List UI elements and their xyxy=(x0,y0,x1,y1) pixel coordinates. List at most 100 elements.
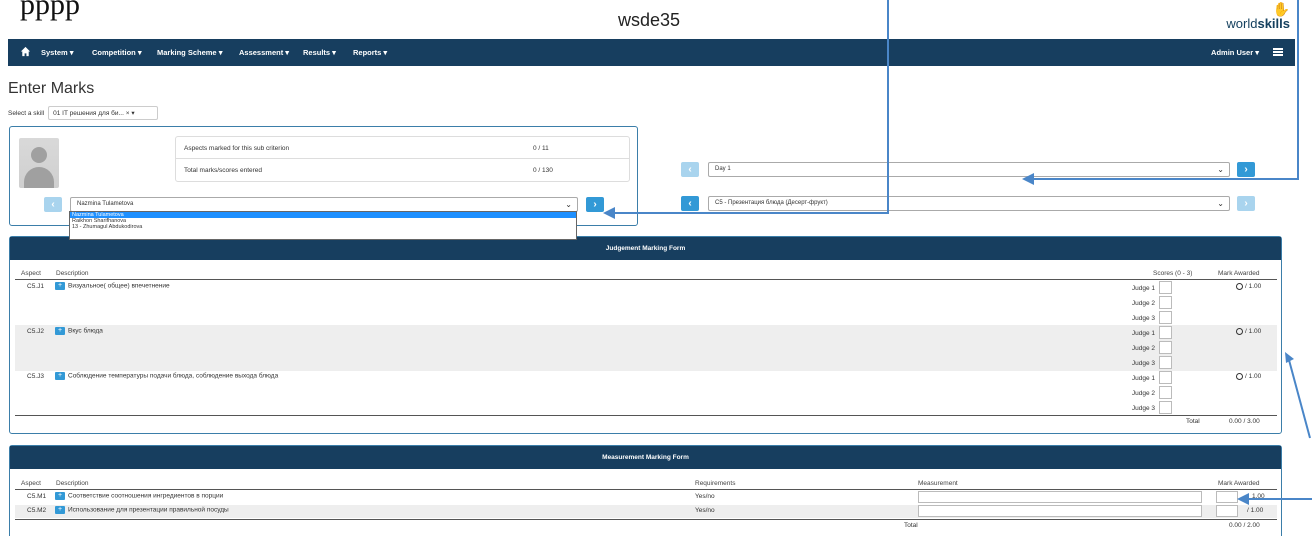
aspect-description: + Визуальное( общее) впечетнение xyxy=(55,282,170,290)
mark-input[interactable] xyxy=(1216,491,1238,503)
prev-subcriterion-button[interactable]: ‹ xyxy=(681,196,699,211)
aspects-stat-row: Aspects marked for this sub criterion 0 … xyxy=(176,137,629,159)
judge-score-input[interactable] xyxy=(1159,326,1172,339)
skill-selector-row: Select a skill 01 IT решения для би... ×… xyxy=(8,106,159,120)
requirement-value: Yes/no xyxy=(695,493,715,500)
annotation-arrowhead-icon xyxy=(603,207,615,219)
mark-awarded: / 1.00 xyxy=(1236,373,1261,380)
skill-label: Select a skill xyxy=(8,109,45,117)
expand-plus-icon[interactable]: + xyxy=(55,506,65,514)
expand-plus-icon[interactable]: + xyxy=(55,327,65,335)
col-requirements: Requirements xyxy=(695,480,736,487)
annotation-arrow-line xyxy=(1297,0,1299,180)
prev-competitor-button[interactable]: ‹ xyxy=(44,197,62,212)
measurement-input[interactable] xyxy=(918,491,1202,503)
aspect-code: C5.M2 xyxy=(27,507,47,514)
total-label: Total marks/scores entered xyxy=(184,167,263,174)
hamburger-menu-icon[interactable] xyxy=(1273,48,1283,56)
mark-awarded: / 1.00 xyxy=(1236,328,1261,335)
mark-input[interactable] xyxy=(1216,505,1238,517)
worldskills-logo[interactable]: ✋ worldskills xyxy=(1226,2,1290,31)
judge-label: Judge 3 xyxy=(1131,360,1155,367)
judge-label: Judge 3 xyxy=(1131,405,1155,412)
measurement-input[interactable] xyxy=(918,505,1202,517)
judgement-total-value: 0.00 / 3.00 xyxy=(1229,418,1260,425)
judge-score-input[interactable] xyxy=(1159,401,1172,414)
col-measurement: Measurement xyxy=(918,480,958,487)
judgement-marking-form: Judgement Marking Form Aspect Descriptio… xyxy=(9,236,1282,434)
subcriterion-select-value: C5 - Презентация блюда (Десерт-фрукт) xyxy=(715,200,828,206)
competitor-option[interactable]: 13 - Zhumagul Abdukodirova xyxy=(70,224,576,230)
competitor-select[interactable]: Nazmina Tulametova ⌄ xyxy=(70,197,578,212)
nav-assessment[interactable]: Assessment ▾ xyxy=(239,48,289,57)
aspect-description: + Вкус блюда xyxy=(55,327,103,335)
aspect-code: C5.J3 xyxy=(27,373,44,380)
site-title: wsde35 xyxy=(618,10,681,30)
expand-plus-icon[interactable]: + xyxy=(55,282,65,290)
nav-marking-scheme[interactable]: Marking Scheme ▾ xyxy=(157,48,222,57)
page-header: рррр wsde35 ✋ worldskills xyxy=(0,0,1312,38)
clock-icon xyxy=(1236,373,1243,380)
next-competitor-button[interactable]: › xyxy=(586,197,604,212)
total-stat-row: Total marks/scores entered 0 / 130 xyxy=(176,159,629,181)
chevron-down-icon: ⌄ xyxy=(565,200,572,209)
judge-label: Judge 1 xyxy=(1131,285,1155,292)
header-divider xyxy=(15,489,1277,490)
nav-results[interactable]: Results ▾ xyxy=(303,48,336,57)
total-value: 0 / 130 xyxy=(533,167,553,174)
next-day-button[interactable]: › xyxy=(1237,162,1255,177)
annotation-arrow-line xyxy=(610,212,889,214)
total-divider xyxy=(15,519,1277,520)
col-aspect: Aspect xyxy=(21,480,41,487)
clock-icon xyxy=(1236,283,1243,290)
aspect-code: C5.M1 xyxy=(27,493,47,500)
annotation-arrow-line xyxy=(1030,178,1299,180)
expand-plus-icon[interactable]: + xyxy=(55,492,65,500)
nav-competition[interactable]: Competition ▾ xyxy=(92,48,142,57)
row-highlight xyxy=(15,325,1277,371)
col-description: Description xyxy=(56,480,89,487)
logo-text-bold: skills xyxy=(1257,16,1290,31)
judge-score-input[interactable] xyxy=(1159,311,1172,324)
subcriterion-select[interactable]: C5 - Презентация блюда (Десерт-фрукт) ⌄ xyxy=(708,196,1230,211)
judge-score-input[interactable] xyxy=(1159,386,1172,399)
judge-label: Judge 3 xyxy=(1131,315,1155,322)
aspect-description: + Соответствие соотношения ингредиентов в… xyxy=(55,492,223,500)
judge-score-input[interactable] xyxy=(1159,296,1172,309)
logo-text-regular: world xyxy=(1226,16,1258,31)
user-menu[interactable]: Admin User ▾ xyxy=(1211,48,1259,57)
judge-score-input[interactable] xyxy=(1159,371,1172,384)
competitor-select-value: Nazmina Tulametova xyxy=(77,201,134,207)
prev-day-button[interactable]: ‹ xyxy=(681,162,699,177)
aspect-code: C5.J2 xyxy=(27,328,44,335)
aspect-description: + Соблюдение температуры подачи блюда, со… xyxy=(55,372,278,380)
col-mark-awarded: Mark Awarded xyxy=(1218,480,1260,487)
nav-reports[interactable]: Reports ▾ xyxy=(353,48,387,57)
skill-select[interactable]: 01 IT решения для би... × ▾ xyxy=(48,106,159,120)
day-select[interactable]: Day 1 ⌄ xyxy=(708,162,1230,177)
measurement-marking-form: Measurement Marking Form Aspect Descript… xyxy=(9,445,1282,536)
expand-plus-icon[interactable]: + xyxy=(55,372,65,380)
judge-label: Judge 1 xyxy=(1131,375,1155,382)
next-subcriterion-button[interactable]: › xyxy=(1237,196,1255,211)
judge-score-input[interactable] xyxy=(1159,281,1172,294)
aspect-description: + Использование для презентации правильно… xyxy=(55,506,229,514)
annotation-arrow-diagonal-icon xyxy=(1285,352,1311,439)
aspects-value: 0 / 11 xyxy=(533,145,549,152)
page-title: Enter Marks xyxy=(8,80,95,97)
worldskills-logo-icon: ✋ xyxy=(1272,1,1290,17)
judge-score-input[interactable] xyxy=(1159,356,1172,369)
chevron-down-icon: ⌄ xyxy=(1217,165,1224,174)
judgement-total-label: Total xyxy=(1186,418,1200,425)
judge-score-input[interactable] xyxy=(1159,341,1172,354)
header-divider xyxy=(15,279,1277,280)
annotation-arrow-line xyxy=(1245,498,1312,500)
nav-system[interactable]: System ▾ xyxy=(41,48,74,57)
marking-stats: Aspects marked for this sub criterion 0 … xyxy=(175,136,630,182)
col-scores: Scores (0 - 3) xyxy=(1153,270,1193,277)
judge-label: Judge 2 xyxy=(1131,300,1155,307)
avatar xyxy=(19,138,59,188)
clock-icon xyxy=(1236,328,1243,335)
home-icon[interactable] xyxy=(20,46,31,57)
measurement-form-title: Measurement Marking Form xyxy=(10,446,1281,469)
